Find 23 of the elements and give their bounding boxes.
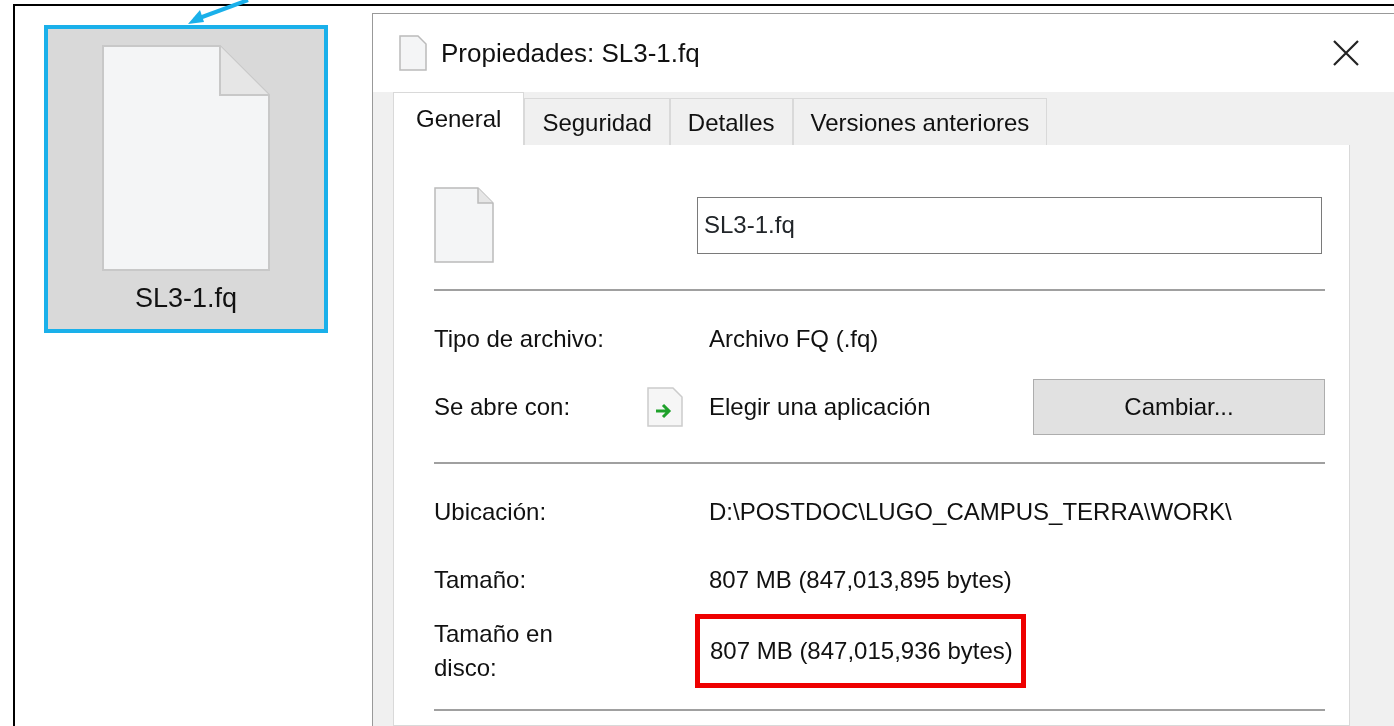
tab[interactable]: Detalles (669, 98, 793, 145)
file-icon (102, 45, 270, 271)
field-value: Archivo FQ (.fq) (709, 324, 879, 354)
file-icon (434, 187, 494, 263)
file-tile[interactable]: SL3-1.fq (44, 25, 328, 333)
file-name: SL3-1.fq (134, 285, 238, 312)
field-label: Ubicación: (434, 497, 548, 528)
app-icon (647, 387, 683, 427)
window-title: Propiedades: SL3-1.fq (441, 36, 701, 70)
file-icon (399, 35, 427, 71)
name-field[interactable]: SL3-1.fq (697, 196, 1322, 254)
tab[interactable]: General (393, 92, 525, 145)
field-value: 807 MB (847,013,895 bytes) (709, 565, 1012, 595)
field-value: D:\POSTDOC\LUGO_CAMPUS_TERRA\WORK\ (709, 497, 1232, 527)
tab[interactable]: Versiones anteriores (792, 98, 1048, 145)
field-label: Se abre con: (434, 392, 572, 423)
field-label: Tamaño en disco: (434, 619, 554, 683)
tab[interactable]: Seguridad (524, 98, 670, 145)
field-value: Elegir una aplicación (709, 392, 931, 422)
field-label: Tipo de archivo: (434, 324, 605, 355)
field-label: Tamaño: (434, 565, 528, 596)
change-button[interactable]: Cambiar... (1033, 379, 1325, 435)
field-value: 807 MB (847,015,936 bytes) (695, 614, 1026, 688)
